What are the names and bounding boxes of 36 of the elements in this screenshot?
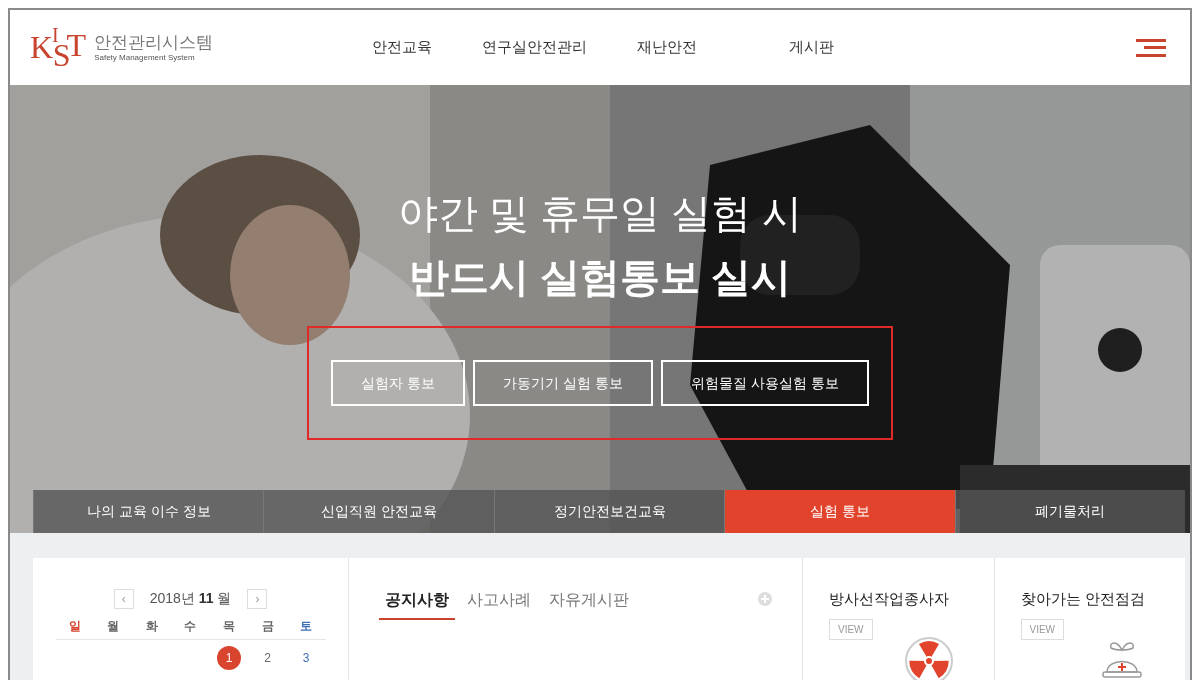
category-tab[interactable]: 실험 통보 [724,490,955,533]
calendar-day[interactable]: 3 [294,646,319,670]
weekday-label: 금 [261,618,274,635]
weekday-label: 월 [107,618,120,635]
card-title: 방사선작업종사자 [829,589,950,609]
nav-link[interactable]: 게시판 [789,36,834,59]
nav-link[interactable]: 재난안전 [637,36,697,59]
menu-icon[interactable] [1136,36,1166,59]
nav-link[interactable]: 연구실안전관리 [482,36,587,59]
nav-link[interactable]: 안전교육 [372,36,432,59]
category-tab[interactable]: 정기안전보건교육 [493,490,725,533]
calendar-day[interactable]: 2 [255,646,280,670]
view-button[interactable]: VIEW [1020,618,1065,640]
weekday-label: 목 [223,618,236,635]
next-month-button[interactable]: › [247,588,268,609]
site-subtitle: Safety Management System [94,53,196,64]
weekday-label: 일 [68,618,81,635]
category-tab[interactable]: 폐기물처리 [954,490,1186,533]
view-button[interactable]: VIEW [829,618,873,640]
site-title: 안전관리시스템 [94,31,214,54]
notice-button[interactable]: 가동기기 실험 통보 [473,360,653,406]
weekday-label: 토 [300,618,313,635]
hero-headline: 야간 및 휴무일 실험 시 [397,190,803,237]
category-tab[interactable]: 신입직원 안전교육 [263,490,494,533]
board-tab[interactable]: 자유게시판 [543,588,635,620]
board-tab[interactable]: 공지사항 [379,588,455,620]
board-tab[interactable]: 사고사례 [461,588,537,620]
card-title: 찾아가는 안전점검 [1020,589,1146,609]
notice-button[interactable]: 위험물질 사용실험 통보 [660,360,869,406]
category-tab[interactable]: 나의 교육 이수 정보 [33,490,264,533]
hero-subheadline: 반드시 실험통보 실시 [408,254,792,301]
weekday-label: 수 [184,618,197,635]
month-label: 2018년 11 월 [149,589,232,608]
prev-month-button[interactable]: ‹ [113,588,134,609]
weekday-label: 화 [145,618,158,635]
calendar-day[interactable]: 1 [217,646,242,670]
